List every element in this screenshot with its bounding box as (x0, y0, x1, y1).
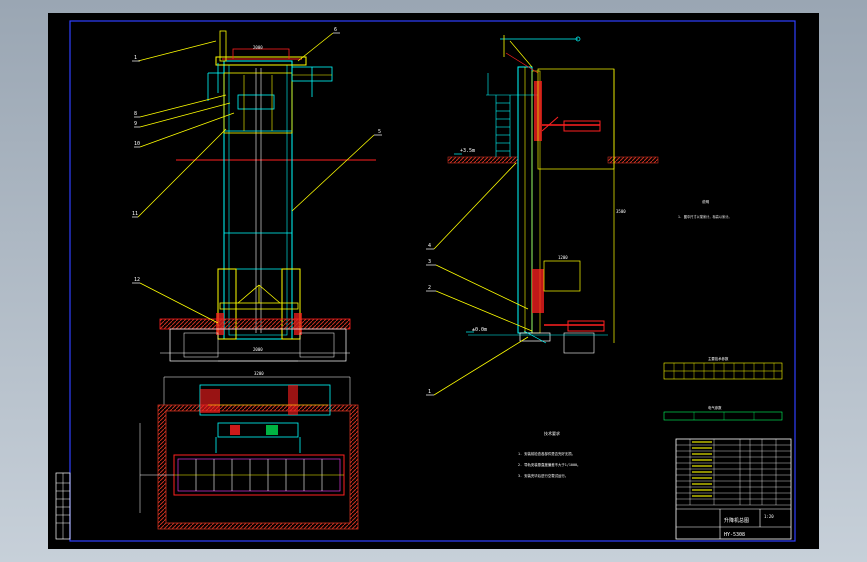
dimension-text: 1200 (558, 255, 568, 260)
right-note-heading: 说明 (702, 199, 710, 204)
table-title: 电气参数 (708, 405, 722, 410)
note-line: 2. 导轨安装垂直度偏差不大于1/1000。 (518, 462, 580, 467)
left-stamp-lines (56, 473, 70, 539)
callout-label: 9 (134, 121, 137, 127)
elevation-mark-bottom: ±0.0m (472, 327, 487, 333)
table-title: 主要技术参数 (708, 356, 729, 361)
callout-label: 10 (134, 141, 140, 147)
side-elevation: +3.5m 3500 1 200 ±0.0m 4 3 2 1 (426, 35, 659, 396)
callout-label: 3 (428, 259, 431, 265)
note-line: 3. 安装完毕后进行空载试运行。 (518, 473, 568, 478)
callout-label: 2 (428, 285, 431, 291)
parameter-table-1: 主要技术参数 (663, 356, 783, 380)
parameter-table-2: 电气参数 (663, 405, 783, 421)
callout-label: 11 (132, 211, 138, 217)
dimension-text: 3500 (616, 209, 626, 214)
callout-label: 1 (134, 55, 137, 61)
callout-label: 4 (428, 243, 431, 249)
title-block-scale: 1:20 (764, 514, 774, 519)
callout-label: 12 (134, 277, 140, 283)
elevation-mark-top: +3.5m (460, 148, 475, 154)
title-block-main: 升降机总图 (724, 517, 749, 524)
title-block-code: HY-5308 (724, 532, 745, 538)
dimension-text: 2000 (253, 45, 263, 50)
notes-heading: 技术要求 (544, 430, 560, 436)
title-block: 升降机总图 1:20 HY-5308 (675, 438, 792, 540)
dimension-text: 3200 (254, 371, 264, 376)
right-note-line: 1. 图中尺寸以毫米计，标高以米计。 (678, 214, 732, 219)
dimension-text: 2000 (253, 347, 263, 352)
front-elevation: 1 6 8 9 10 11 12 5 2000 2000 (132, 27, 382, 362)
drawing-sheet: 1 6 8 9 10 11 12 5 2000 2000 3200 +3.5m … (48, 13, 819, 549)
callout-label: 5 (378, 129, 381, 135)
callout-label: 1 (428, 389, 431, 395)
cad-drawing: 1 6 8 9 10 11 12 5 2000 2000 3200 +3.5m … (55, 20, 796, 542)
note-line: 1. 安装前检查各部件是否完好无损。 (518, 451, 575, 456)
plan-view: 3200 (139, 371, 359, 530)
callout-label: 8 (134, 111, 137, 117)
callout-label: 6 (334, 27, 337, 33)
